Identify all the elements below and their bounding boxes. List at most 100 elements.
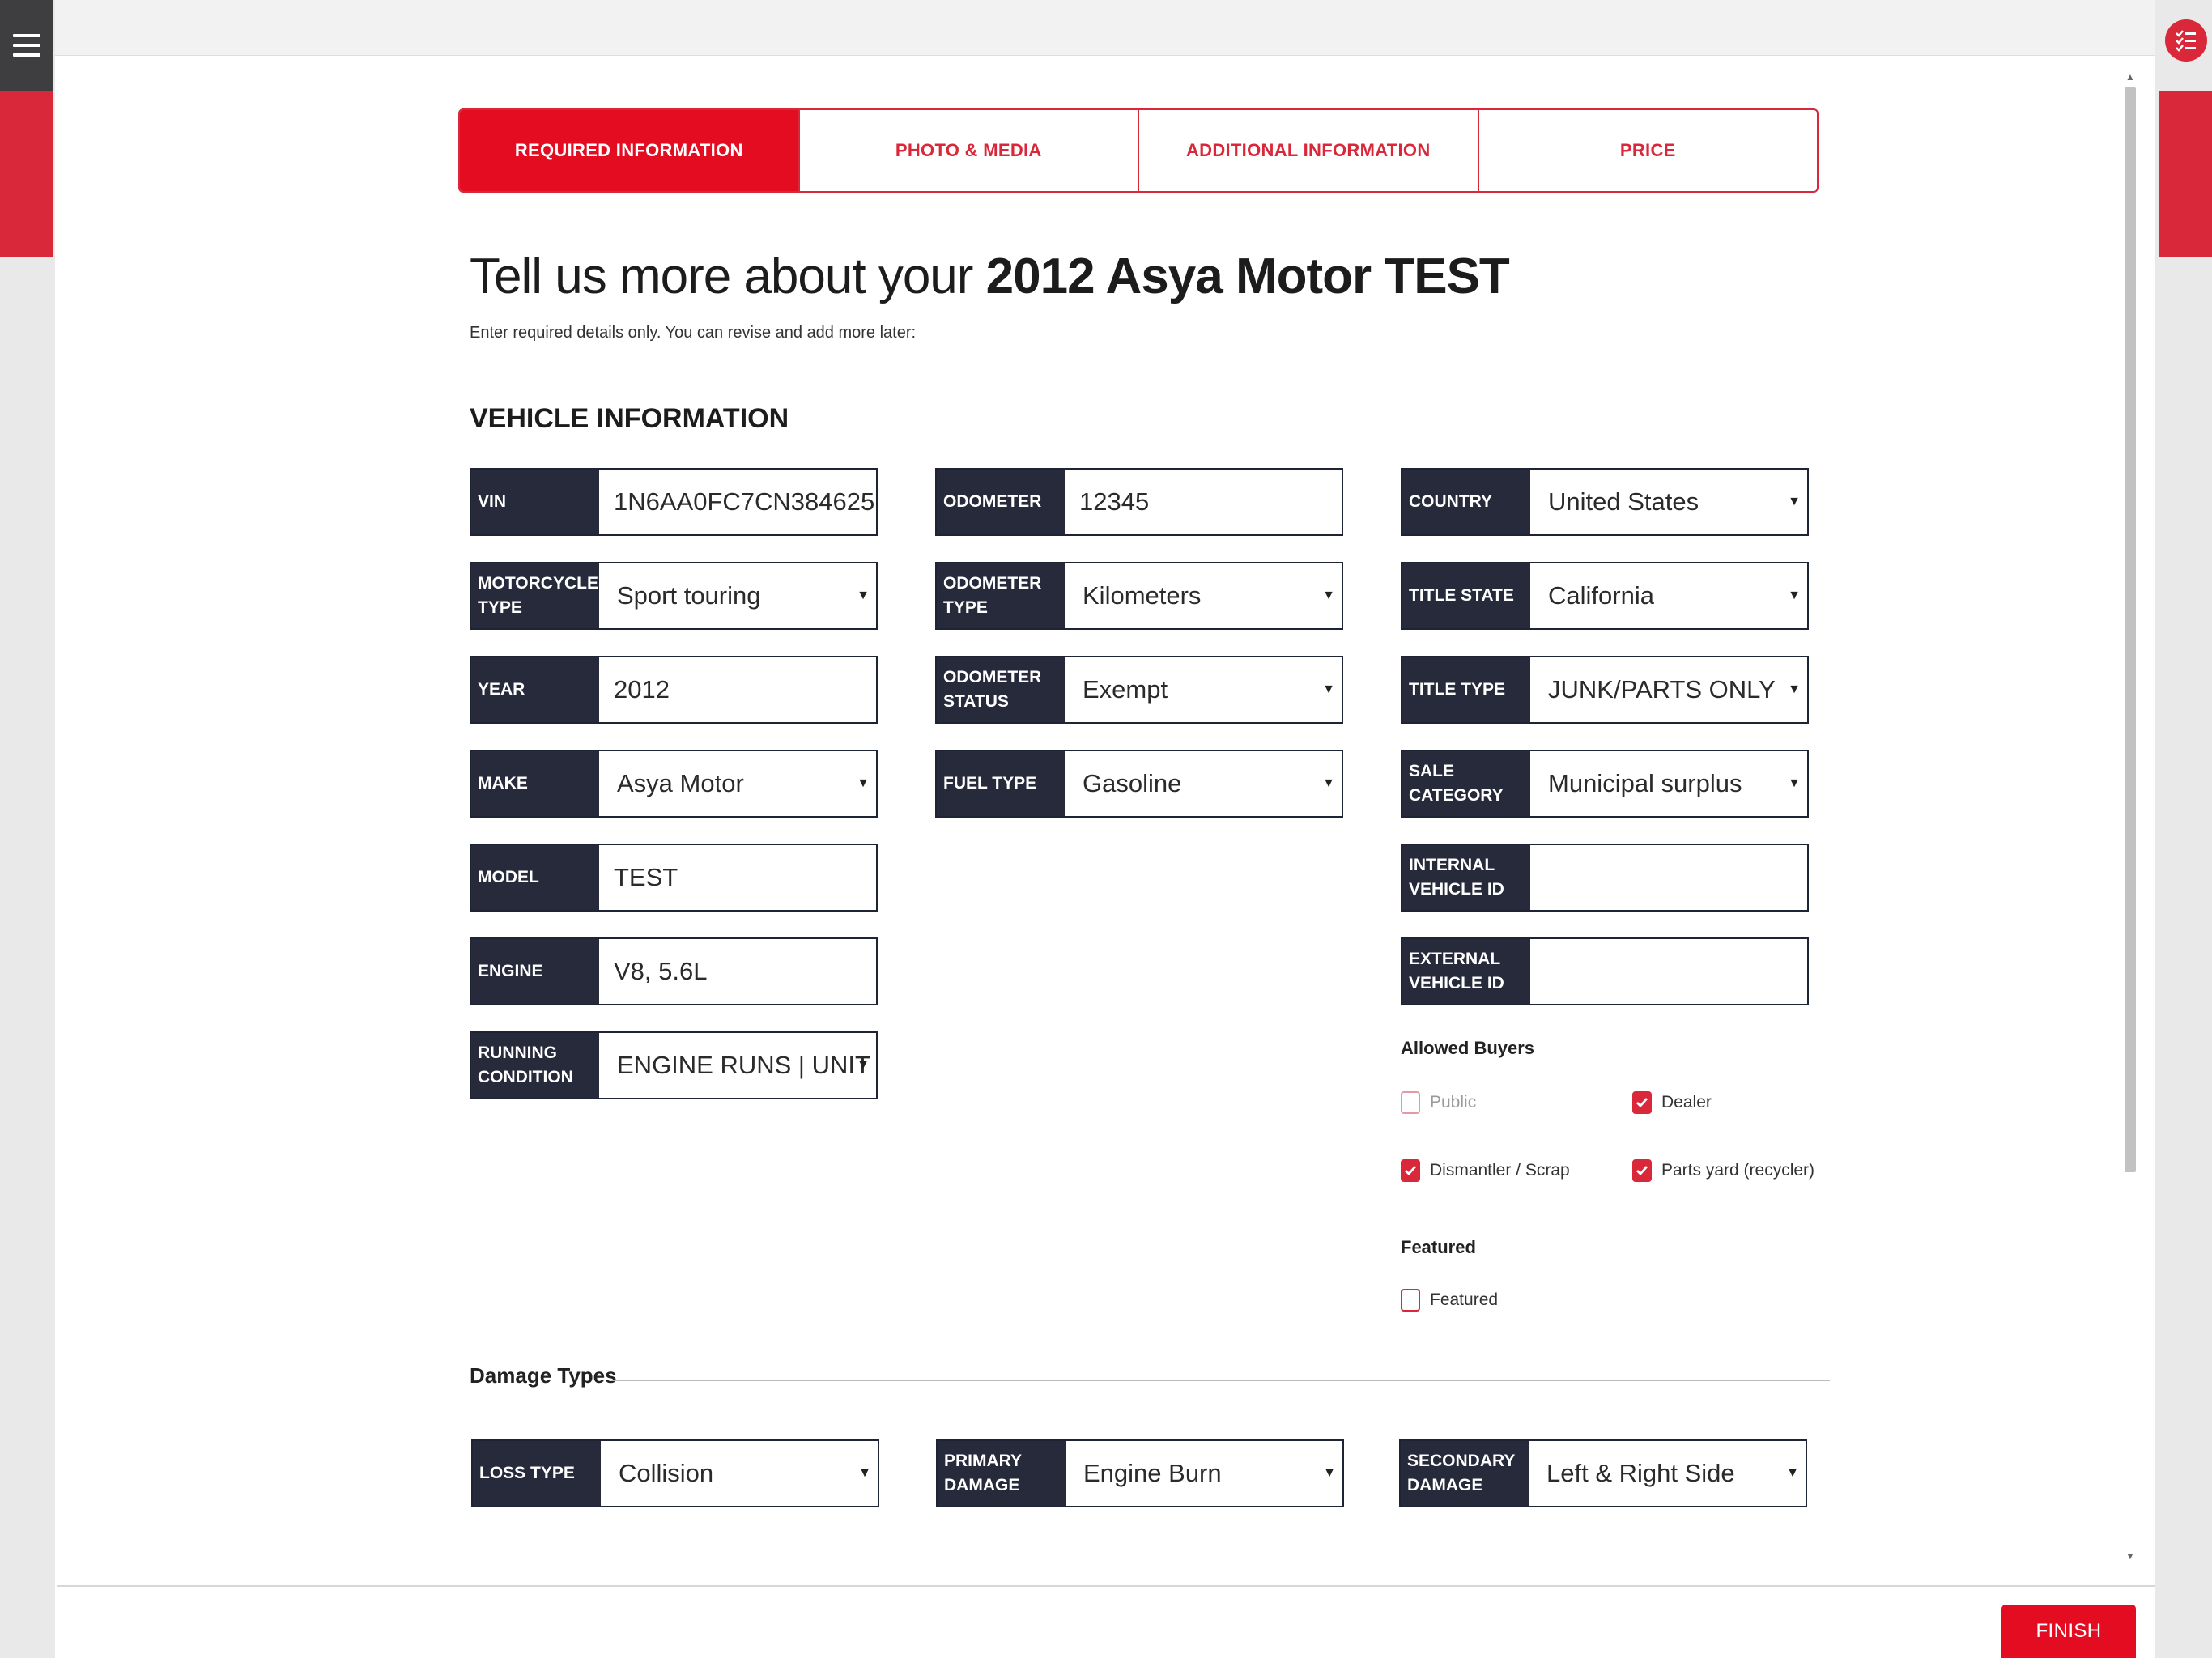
odometer-type-label: ODOMETER TYPE: [937, 563, 1065, 628]
caret-down-icon: ▼: [1786, 1466, 1799, 1480]
title-state-select[interactable]: California ▼: [1530, 563, 1807, 628]
year-input[interactable]: 2012: [599, 657, 876, 722]
engine-input[interactable]: V8, 5.6L: [599, 939, 876, 1004]
make-select[interactable]: Asya Motor ▼: [599, 751, 876, 816]
dealer-label: Dealer: [1661, 1093, 1712, 1112]
running-condition-value: ENGINE RUNS | UNIT MO': [617, 1051, 876, 1079]
fuel-type-label: FUEL TYPE: [937, 751, 1065, 816]
caret-down-icon: ▼: [1322, 682, 1335, 696]
year-field: YEAR 2012: [470, 656, 878, 724]
loss-type-value: Collision: [619, 1459, 714, 1487]
checklist-icon: [2176, 30, 2196, 52]
motorcycle-type-label: MOTORCYCLE TYPE: [471, 563, 599, 628]
odometer-status-select[interactable]: Exempt ▼: [1065, 657, 1342, 722]
parts-yard-checkbox[interactable]: Parts yard (recycler): [1632, 1159, 1814, 1182]
external-vehicle-id-input[interactable]: [1530, 939, 1807, 1004]
scrollbar-thumb[interactable]: [2125, 87, 2136, 1172]
model-field: MODEL TEST: [470, 844, 878, 912]
secondary-damage-label: SECONDARY DAMAGE: [1401, 1441, 1529, 1506]
dismantler-checkbox[interactable]: Dismantler / Scrap: [1401, 1159, 1570, 1182]
checklist-button[interactable]: [2165, 19, 2207, 62]
make-value: Asya Motor: [617, 769, 744, 797]
tab-price[interactable]: PRICE: [1477, 110, 1818, 191]
loss-type-label: LOSS TYPE: [473, 1441, 601, 1506]
country-value: United States: [1548, 487, 1699, 516]
step-tabs: REQUIRED INFORMATION PHOTO & MEDIA ADDIT…: [458, 108, 1819, 193]
caret-down-icon: ▼: [858, 1466, 871, 1480]
engine-field: ENGINE V8, 5.6L: [470, 937, 878, 1005]
loss-type-select[interactable]: Collision ▼: [601, 1441, 878, 1506]
page-title: Tell us more about your 2012 Asya Motor …: [470, 248, 1510, 305]
odometer-status-value: Exempt: [1083, 675, 1168, 704]
external-vehicle-id-field: EXTERNAL VEHICLE ID: [1401, 937, 1809, 1005]
checkbox-unchecked-icon: [1401, 1289, 1420, 1312]
menu-button[interactable]: [0, 0, 53, 91]
odometer-type-value: Kilometers: [1083, 581, 1202, 610]
model-label: MODEL: [471, 845, 599, 910]
public-label: Public: [1430, 1093, 1477, 1112]
allowed-buyers-title: Allowed Buyers: [1401, 1038, 1535, 1058]
vin-input[interactable]: 1N6AA0FC7CN384625: [599, 470, 876, 534]
tab-additional-information[interactable]: ADDITIONAL INFORMATION: [1138, 110, 1478, 191]
caret-down-icon: ▼: [1788, 495, 1801, 508]
make-label: MAKE: [471, 751, 599, 816]
primary-damage-value: Engine Burn: [1083, 1459, 1222, 1487]
dismantler-label: Dismantler / Scrap: [1430, 1161, 1570, 1180]
finish-button[interactable]: FINISH: [2001, 1605, 2136, 1658]
featured-title: Featured: [1401, 1237, 1476, 1257]
title-type-label: TITLE TYPE: [1402, 657, 1530, 722]
vin-field: VIN 1N6AA0FC7CN384625: [470, 468, 878, 536]
scroll-down-icon[interactable]: ▼: [2123, 1549, 2138, 1563]
odometer-status-label: ODOMETER STATUS: [937, 657, 1065, 722]
odometer-input[interactable]: 12345: [1065, 470, 1342, 534]
scrollbar[interactable]: ▲ ▼: [2123, 70, 2138, 1563]
caret-down-icon: ▼: [1322, 776, 1335, 790]
motorcycle-type-value: Sport touring: [617, 581, 761, 610]
vin-label: VIN: [471, 470, 599, 534]
fuel-type-value: Gasoline: [1083, 769, 1182, 797]
model-input[interactable]: TEST: [599, 845, 876, 910]
internal-vehicle-id-input[interactable]: [1530, 845, 1807, 910]
parts-yard-label: Parts yard (recycler): [1661, 1161, 1815, 1180]
checkmark-icon: [1632, 1159, 1652, 1182]
public-checkbox[interactable]: Public: [1401, 1091, 1476, 1114]
primary-damage-select[interactable]: Engine Burn ▼: [1066, 1441, 1342, 1506]
odometer-type-select[interactable]: Kilometers ▼: [1065, 563, 1342, 628]
featured-label: Featured: [1430, 1290, 1499, 1309]
featured-checkbox[interactable]: Featured: [1401, 1289, 1498, 1312]
scroll-up-icon[interactable]: ▲: [2123, 70, 2138, 84]
checkmark-icon: [1401, 1159, 1420, 1182]
sale-category-select[interactable]: Municipal surplus ▼: [1530, 751, 1807, 816]
running-condition-field: RUNNING CONDITION ENGINE RUNS | UNIT MO'…: [470, 1031, 878, 1099]
caret-down-icon: ▼: [1788, 589, 1801, 602]
side-accent-right: [2159, 91, 2212, 257]
tab-required-information[interactable]: REQUIRED INFORMATION: [460, 110, 798, 191]
title-state-label: TITLE STATE: [1402, 563, 1530, 628]
running-condition-select[interactable]: ENGINE RUNS | UNIT MO'▼: [599, 1033, 876, 1098]
side-accent-left: [0, 91, 53, 257]
motorcycle-type-select[interactable]: Sport touring ▼: [599, 563, 876, 628]
primary-damage-field: PRIMARY DAMAGE Engine Burn ▼: [936, 1439, 1344, 1507]
section-title: VEHICLE INFORMATION: [470, 403, 789, 434]
fuel-type-select[interactable]: Gasoline ▼: [1065, 751, 1342, 816]
vehicle-form-modal: REQUIRED INFORMATION PHOTO & MEDIA ADDIT…: [55, 0, 2155, 1658]
page-title-prefix: Tell us more about your: [470, 249, 986, 304]
dealer-checkbox[interactable]: Dealer: [1632, 1091, 1712, 1114]
secondary-damage-select[interactable]: Left & Right Side ▼: [1529, 1441, 1806, 1506]
title-type-field: TITLE TYPE JUNK/PARTS ONLY ▼: [1401, 656, 1809, 724]
page-title-vehicle: 2012 Asya Motor TEST: [985, 249, 1510, 304]
make-field: MAKE Asya Motor ▼: [470, 750, 878, 818]
internal-vehicle-id-label: INTERNAL VEHICLE ID: [1402, 845, 1530, 910]
odometer-label: ODOMETER: [937, 470, 1065, 534]
country-select[interactable]: United States ▼: [1530, 470, 1807, 534]
tab-photo-media[interactable]: PHOTO & MEDIA: [798, 110, 1138, 191]
form-scroll-area[interactable]: REQUIRED INFORMATION PHOTO & MEDIA ADDIT…: [55, 57, 2155, 1587]
caret-down-icon: ▼: [1322, 589, 1335, 602]
title-type-select[interactable]: JUNK/PARTS ONLY ▼: [1530, 657, 1807, 722]
odometer-status-field: ODOMETER STATUS Exempt ▼: [935, 656, 1343, 724]
title-type-value: JUNK/PARTS ONLY: [1548, 675, 1776, 704]
sale-category-label: SALE CATEGORY: [1402, 751, 1530, 816]
country-label: COUNTRY: [1402, 470, 1530, 534]
primary-damage-label: PRIMARY DAMAGE: [938, 1441, 1066, 1506]
secondary-damage-value: Left & Right Side: [1546, 1459, 1735, 1487]
